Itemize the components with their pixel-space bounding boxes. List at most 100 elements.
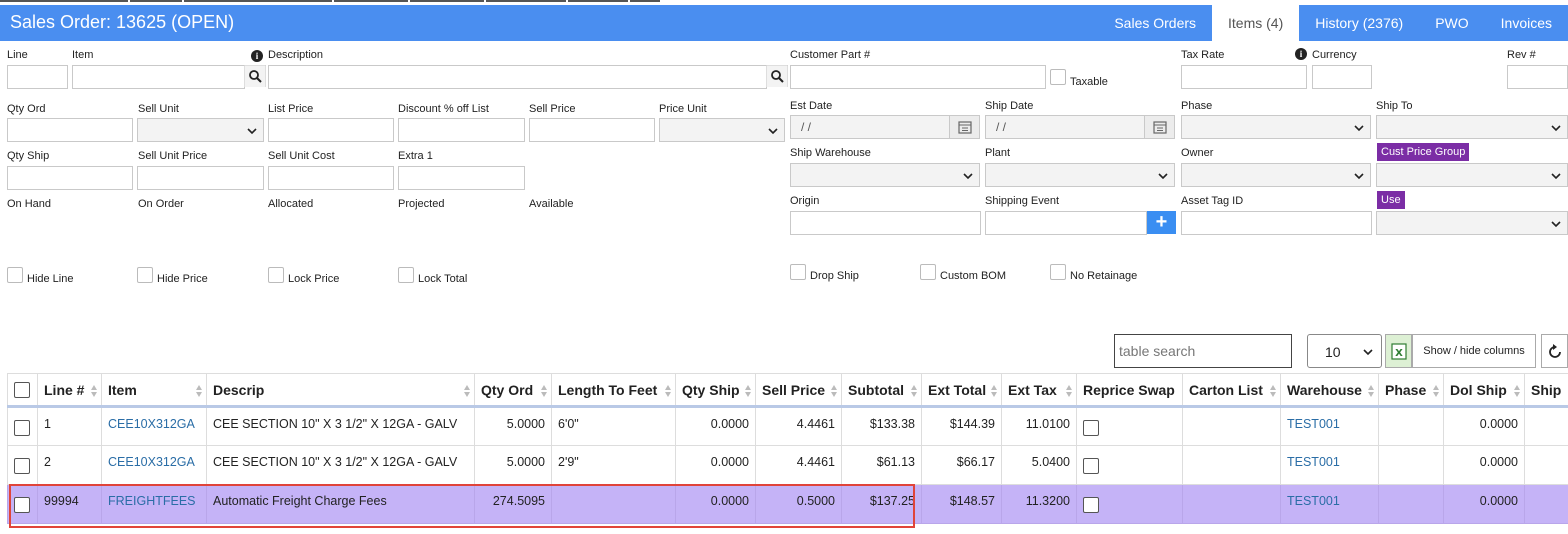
est-date-input[interactable]: / / xyxy=(790,115,980,139)
qty-ship-input[interactable] xyxy=(7,166,133,190)
item-link[interactable]: FREIGHTFEES xyxy=(108,494,196,508)
hide-line-checkbox[interactable] xyxy=(7,267,23,283)
row-checkbox[interactable] xyxy=(14,458,30,474)
hide-price-checkbox[interactable] xyxy=(137,267,153,283)
plant-select[interactable] xyxy=(985,163,1175,187)
lock-price-checkbox[interactable] xyxy=(268,267,284,283)
cust-price-group-select[interactable] xyxy=(1376,163,1568,187)
col-descrip[interactable]: Descrip xyxy=(206,373,475,408)
qty-ord-input[interactable] xyxy=(7,118,133,142)
ship-warehouse-select[interactable] xyxy=(790,163,980,187)
sell-price-input[interactable] xyxy=(529,118,655,142)
table-row[interactable]: 1 CEE10X312GA CEE SECTION 10" X 3 1/2" X… xyxy=(7,406,1568,446)
calendar-icon[interactable] xyxy=(1145,116,1175,138)
cust-price-group-button[interactable]: Cust Price Group xyxy=(1377,143,1470,161)
col-qty-ord[interactable]: Qty Ord xyxy=(474,373,552,408)
length-cell: 6'0" xyxy=(551,406,676,446)
show-hide-columns-button[interactable]: Show / hide columns xyxy=(1412,334,1536,368)
currency-input[interactable] xyxy=(1312,65,1372,89)
price-unit-select[interactable] xyxy=(659,118,785,142)
sell-unit-select[interactable] xyxy=(137,118,264,142)
table-header-row: Line # Item Descrip Qty Ord Length To Fe… xyxy=(7,373,1568,408)
ship-to-select[interactable] xyxy=(1376,115,1568,139)
tax-rate-info-icon[interactable]: i xyxy=(1295,48,1307,60)
owner-select[interactable] xyxy=(1181,163,1371,187)
col-ship[interactable]: Ship xyxy=(1524,373,1568,408)
phase-cell xyxy=(1378,406,1444,446)
drop-ship-checkbox[interactable] xyxy=(790,264,806,280)
item-input[interactable] xyxy=(72,65,245,89)
line-input[interactable] xyxy=(7,65,68,89)
table-search-input[interactable] xyxy=(1114,334,1292,368)
row-select-cell xyxy=(7,406,38,446)
est-date-label: Est Date xyxy=(790,100,833,112)
item-search-icon[interactable] xyxy=(244,65,266,87)
reprice-swap-checkbox[interactable] xyxy=(1083,420,1099,436)
sort-icon xyxy=(1368,385,1374,397)
warehouse-link[interactable]: TEST001 xyxy=(1287,494,1340,508)
item-info-icon[interactable]: i xyxy=(251,50,263,62)
col-dol-ship[interactable]: Dol Ship xyxy=(1443,373,1525,408)
use-select[interactable] xyxy=(1376,211,1568,235)
col-item[interactable]: Item xyxy=(101,373,207,408)
col-length-to-feet[interactable]: Length To Feet xyxy=(551,373,676,408)
taxable-checkbox[interactable] xyxy=(1050,69,1066,85)
custom-bom-checkbox[interactable] xyxy=(920,264,936,280)
warehouse-link[interactable]: TEST001 xyxy=(1287,455,1340,469)
row-checkbox[interactable] xyxy=(14,420,30,436)
item-link[interactable]: CEE10X312GA xyxy=(108,417,195,431)
row-checkbox[interactable] xyxy=(14,497,30,513)
ship-date-input[interactable]: / / xyxy=(985,115,1175,139)
rev-input[interactable] xyxy=(1507,65,1568,89)
table-row-highlighted[interactable]: 99994 FREIGHTFEES Automatic Freight Char… xyxy=(7,484,1568,524)
customer-part-input[interactable] xyxy=(790,65,1046,89)
col-reprice-swap[interactable]: Reprice Swap xyxy=(1076,373,1183,408)
sell-unit-price-input[interactable] xyxy=(137,166,264,190)
reprice-swap-checkbox[interactable] xyxy=(1083,497,1099,513)
col-carton-list[interactable]: Carton List xyxy=(1182,373,1281,408)
tab-items[interactable]: Items (4) xyxy=(1212,5,1300,41)
asset-tag-input[interactable] xyxy=(1181,211,1372,235)
tab-invoices[interactable]: Invoices xyxy=(1485,5,1568,41)
use-button[interactable]: Use xyxy=(1377,191,1405,209)
no-retainage-checkbox[interactable] xyxy=(1050,264,1066,280)
extra1-input[interactable] xyxy=(398,166,525,190)
line-cell: 99994 xyxy=(37,484,102,524)
reprice-swap-checkbox[interactable] xyxy=(1083,458,1099,474)
refresh-button[interactable] xyxy=(1541,334,1568,368)
col-ext-tax[interactable]: Ext Tax xyxy=(1001,373,1077,408)
phase-select[interactable] xyxy=(1181,115,1371,139)
qty-ord-cell: 5.0000 xyxy=(474,445,552,485)
col-line[interactable]: Line # xyxy=(37,373,102,408)
item-link[interactable]: CEE10X312GA xyxy=(108,455,195,469)
tab-history[interactable]: History (2376) xyxy=(1299,5,1419,41)
calendar-icon[interactable] xyxy=(950,116,980,138)
description-search-icon[interactable] xyxy=(766,65,788,87)
col-carton-label: Carton List xyxy=(1189,381,1263,398)
col-phase[interactable]: Phase xyxy=(1378,373,1444,408)
col-warehouse[interactable]: Warehouse xyxy=(1280,373,1379,408)
add-shipping-event-button[interactable]: + xyxy=(1147,211,1176,234)
warehouse-link[interactable]: TEST001 xyxy=(1287,417,1340,431)
sort-icon xyxy=(464,385,470,397)
tab-bar: Sales Orders Items (4) History (2376) PW… xyxy=(1098,5,1568,41)
tab-pwo[interactable]: PWO xyxy=(1419,5,1484,41)
sell-unit-cost-input[interactable] xyxy=(268,166,394,190)
discount-input[interactable] xyxy=(398,118,525,142)
page-size-select[interactable]: 10 xyxy=(1307,334,1382,368)
excel-export-button[interactable]: X xyxy=(1385,334,1412,368)
col-qty-ship[interactable]: Qty Ship xyxy=(675,373,756,408)
col-ext-total[interactable]: Ext Total xyxy=(921,373,1002,408)
col-subtotal[interactable]: Subtotal xyxy=(841,373,922,408)
tax-rate-input[interactable] xyxy=(1181,65,1307,89)
list-price-input[interactable] xyxy=(268,118,394,142)
table-row[interactable]: 2 CEE10X312GA CEE SECTION 10" X 3 1/2" X… xyxy=(7,445,1568,485)
tab-sales-orders[interactable]: Sales Orders xyxy=(1098,5,1212,41)
lock-total-checkbox[interactable] xyxy=(398,267,414,283)
ship-cell xyxy=(1524,406,1568,446)
origin-input[interactable] xyxy=(790,211,981,235)
description-input[interactable] xyxy=(268,65,767,89)
col-sell-price[interactable]: Sell Price xyxy=(755,373,842,408)
select-all-checkbox[interactable] xyxy=(14,381,30,398)
shipping-event-input[interactable] xyxy=(985,211,1147,235)
